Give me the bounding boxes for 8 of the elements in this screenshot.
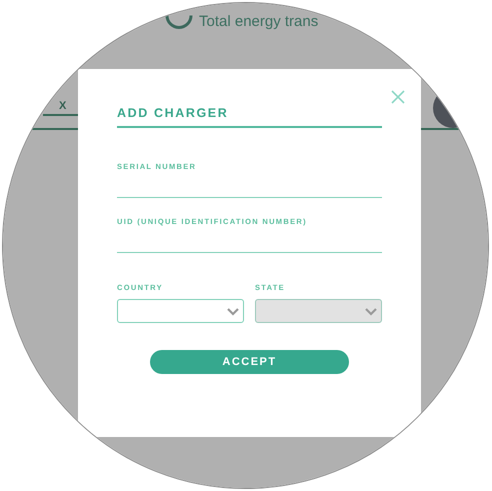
close-icon[interactable]	[390, 89, 406, 105]
dropdown[interactable]	[117, 299, 244, 323]
dialog-title: ADD CHARGER	[117, 106, 382, 128]
chevron-down-icon	[226, 306, 240, 316]
stat-label: Total energy trans	[199, 13, 318, 30]
ring-icon	[165, 14, 193, 29]
chevron-down-icon	[364, 306, 378, 316]
accept-button[interactable]: ACCEPT	[150, 350, 349, 374]
